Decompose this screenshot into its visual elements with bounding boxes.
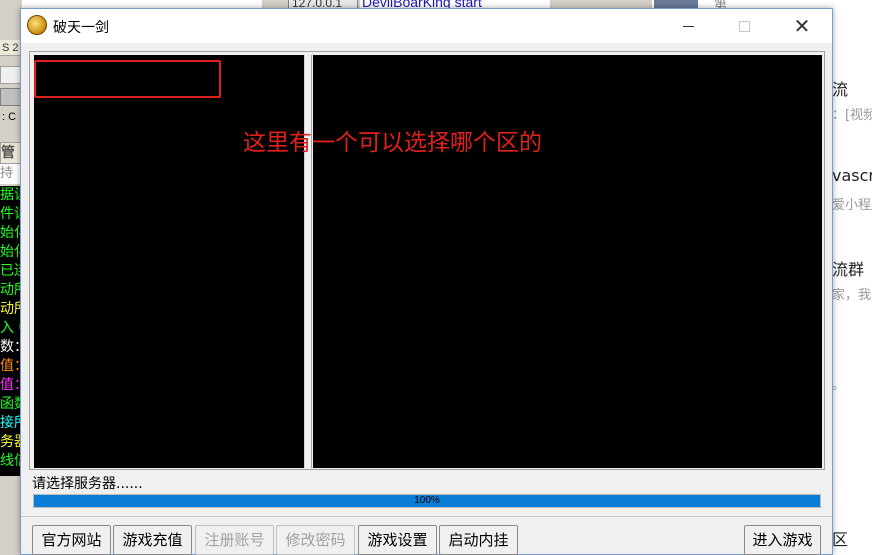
recharge-button[interactable]: 游戏充值 [113, 525, 192, 555]
bg-log-line: 数： [0, 339, 22, 355]
bg-item-sub: ：[视频 [832, 108, 872, 123]
bg-toolbar-text: S 2 [0, 40, 22, 56]
status-text: 请选择服务器...... [32, 476, 143, 492]
window-title: 破天一剑 [53, 20, 109, 36]
bg-item-sub: 。 [832, 378, 846, 393]
close-button[interactable]: ✕ [779, 9, 825, 43]
bg-input-field[interactable] [0, 66, 22, 84]
bg-item-sub: 家，我 [832, 288, 872, 303]
minimize-icon [682, 25, 694, 27]
bg-item-sub: 爱小程序 [832, 198, 872, 213]
settings-button[interactable]: 游戏设置 [358, 525, 437, 555]
minimize-button[interactable] [665, 9, 711, 43]
bg-log-line: 据读 [0, 187, 22, 203]
title-bar[interactable]: 破天一剑 ✕ [21, 9, 832, 43]
progress-bar: 100% [33, 494, 821, 508]
maximize-icon [738, 20, 750, 32]
launcher-window: 破天一剑 ✕ 这里有一个可以选择哪个区的 请选择服务器...... 100% 官… [20, 8, 833, 555]
bg-log-line: 动所 [0, 301, 22, 317]
launch-plugin-button[interactable]: 启动内挂 [439, 525, 518, 555]
bg-toolbar-button[interactable] [0, 88, 22, 106]
register-button[interactable]: 注册账号 [195, 525, 274, 555]
bg-log-line: 已连 [0, 263, 22, 279]
bg-manager-subtab[interactable]: 持 [0, 164, 22, 184]
bg-item-title[interactable]: 流 [832, 76, 848, 100]
progress-label: 100% [414, 495, 440, 506]
footer-divider [21, 516, 832, 517]
annotation-highlight-box [34, 60, 221, 98]
background-server-app: S 2 : C 管 持 据读件读始化始化已连动所动所入 0数：值：值：函数接所务… [0, 0, 22, 555]
official-site-button[interactable]: 官方网站 [32, 525, 111, 555]
maximize-button[interactable] [721, 9, 767, 43]
bg-log-line: 件读 [0, 206, 22, 222]
bg-item-title[interactable]: vascr [832, 166, 872, 185]
background-webpage: 流 ：[视频 vascr 爱小程序 流群 家，我 。 区 [832, 0, 872, 555]
bg-item-title[interactable]: 区 [832, 526, 848, 550]
bg-log-line: 接所 [0, 415, 22, 431]
close-icon: ✕ [793, 14, 811, 38]
notice-panel [313, 55, 822, 468]
bg-log-line: 动所 [0, 282, 22, 298]
bg-log-line: 线信 [0, 453, 22, 469]
change-password-button[interactable]: 修改密码 [276, 525, 355, 555]
app-icon [27, 15, 47, 35]
bg-log-line: 函数 [0, 396, 22, 412]
screen: S 2 : C 管 持 据读件读始化始化已连动所动所入 0数：值：值：函数接所务… [0, 0, 872, 555]
bg-log-line: 始化 [0, 244, 22, 260]
bg-log-line: 务器 [0, 434, 22, 450]
pane-splitter[interactable] [304, 55, 312, 468]
bg-item-title[interactable]: 流群 [832, 256, 864, 280]
bg-log-line: 始化 [0, 225, 22, 241]
bg-field-label: : C [0, 108, 22, 126]
enter-game-button[interactable]: 进入游戏 [744, 525, 821, 555]
server-list[interactable] [34, 55, 304, 468]
annotation-text: 这里有一个可以选择哪个区的 [243, 130, 542, 156]
bg-log-line: 值： [0, 377, 22, 393]
bg-log-line: 值： [0, 358, 22, 374]
bg-log-line: 入 0 [0, 320, 22, 336]
bg-manager-tab[interactable]: 管 [0, 142, 22, 164]
bg-server-log: 据读件读始化始化已连动所动所入 0数：值：值：函数接所务器线信 [0, 186, 22, 476]
